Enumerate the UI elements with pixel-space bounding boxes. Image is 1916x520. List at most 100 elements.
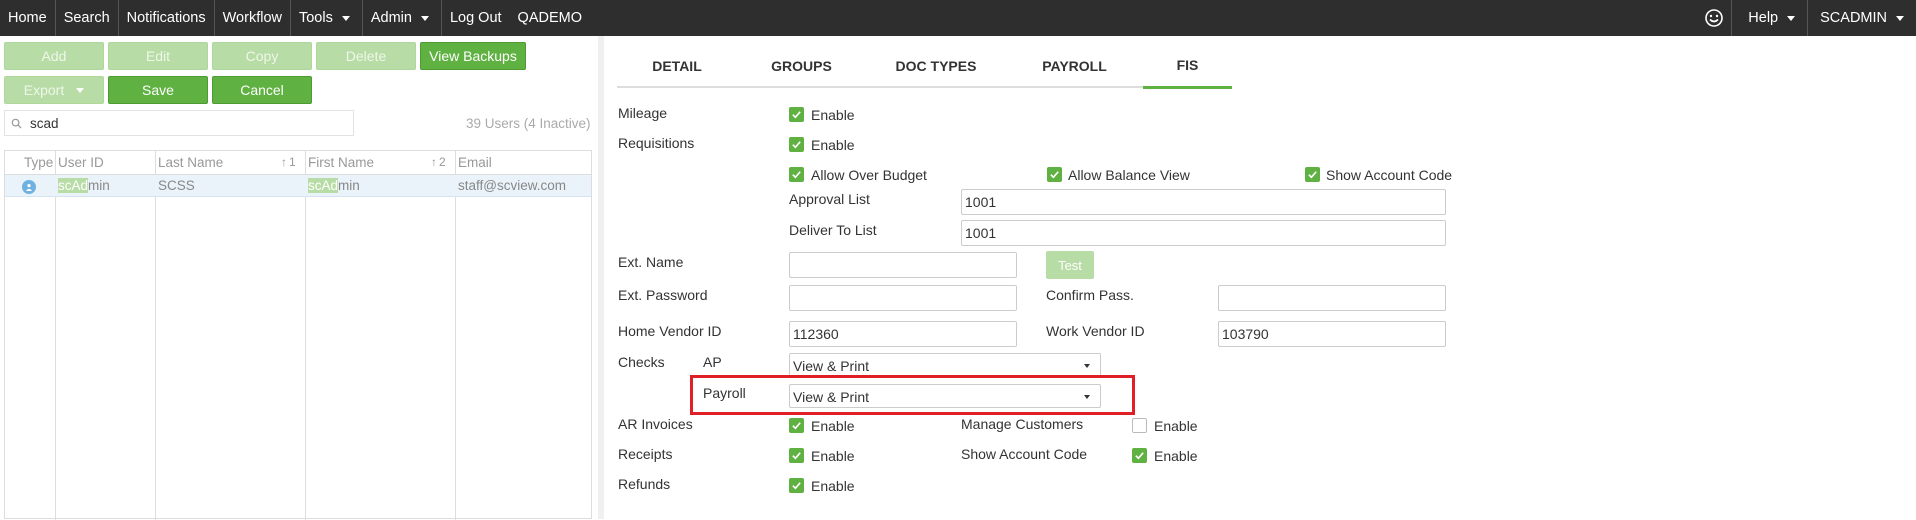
allow-balance-view-label: Allow Balance View xyxy=(1068,167,1190,183)
nav-tools-label: Tools xyxy=(298,10,333,26)
ext-password-input[interactable] xyxy=(789,285,1017,311)
cell-first-name: scAdmin xyxy=(308,178,360,193)
home-vendor-id-input[interactable] xyxy=(789,321,1017,347)
export-button[interactable]: Export xyxy=(4,76,104,104)
ar-invoices-checkbox[interactable] xyxy=(789,418,804,433)
nav-workflow[interactable]: Workflow xyxy=(215,0,291,36)
nav-admin[interactable]: Admin xyxy=(363,0,442,36)
header-first-name[interactable]: First Name xyxy=(308,155,374,170)
cancel-button[interactable]: Cancel xyxy=(212,76,312,104)
search-input[interactable] xyxy=(28,114,328,132)
nav-user-label: SCADMIN xyxy=(1820,10,1887,26)
checkmark-icon xyxy=(792,422,801,430)
header-type[interactable]: Type xyxy=(24,155,53,170)
nav-home[interactable]: Home xyxy=(0,0,56,36)
payroll-label: Payroll xyxy=(703,385,746,401)
manage-customers-enable-label: Enable xyxy=(1154,418,1198,434)
allow-balance-view-checkbox[interactable] xyxy=(1047,167,1062,182)
test-button[interactable]: Test xyxy=(1046,251,1094,279)
header-email[interactable]: Email xyxy=(458,155,492,170)
confirm-pass-input[interactable] xyxy=(1218,285,1446,311)
export-label: Export xyxy=(23,82,65,98)
copy-button[interactable]: Copy xyxy=(212,42,312,70)
top-nav: Home Search Notifications Workflow Tools… xyxy=(0,0,1916,36)
ap-select[interactable]: View & Print xyxy=(789,353,1101,377)
confirm-pass-label: Confirm Pass. xyxy=(1046,287,1134,303)
nav-search[interactable]: Search xyxy=(56,0,119,36)
nav-admin-label: Admin xyxy=(370,10,412,26)
receipts-checkbox[interactable] xyxy=(789,448,804,463)
approval-list-input[interactable] xyxy=(961,189,1446,215)
cell-first-name-rest: min xyxy=(338,178,360,193)
feedback-smiley-icon[interactable] xyxy=(1696,0,1733,36)
delete-button[interactable]: Delete xyxy=(316,42,416,70)
pane-divider[interactable] xyxy=(598,36,604,519)
mileage-enable-label: Enable xyxy=(811,107,855,123)
requisitions-checkbox[interactable] xyxy=(789,137,804,152)
users-table: Type User ID Last Name ↑ 1 First Name ↑ … xyxy=(4,150,592,520)
checkmark-icon xyxy=(792,141,801,149)
nav-tools[interactable]: Tools xyxy=(291,0,363,36)
ext-name-input[interactable] xyxy=(789,252,1017,278)
chevron-down-icon xyxy=(1787,15,1796,21)
chevron-down-icon xyxy=(341,15,350,21)
checks-label: Checks xyxy=(618,354,665,370)
tab-payroll[interactable]: PAYROLL xyxy=(1006,44,1143,88)
refunds-checkbox[interactable] xyxy=(789,478,804,493)
manage-customers-checkbox[interactable] xyxy=(1132,418,1147,433)
col-lastname-divider xyxy=(156,151,306,520)
nav-help-label: Help xyxy=(1748,10,1779,26)
chevron-down-icon xyxy=(420,15,429,21)
sort-order: 1 xyxy=(289,155,296,169)
chevron-down-icon xyxy=(1896,15,1904,21)
chevron-down-icon xyxy=(76,87,85,93)
refunds-label: Refunds xyxy=(618,476,671,492)
user-type-icon xyxy=(22,180,36,194)
nav-logout[interactable]: Log Out xyxy=(442,0,510,36)
mileage-label: Mileage xyxy=(618,105,668,121)
table-header: Type User ID Last Name ↑ 1 First Name ↑ … xyxy=(5,151,591,175)
receipts-label: Receipts xyxy=(618,446,673,462)
show-account-code-2-checkbox[interactable] xyxy=(1132,448,1147,463)
header-user-id[interactable]: User ID xyxy=(58,155,104,170)
ap-select-value: View & Print xyxy=(793,358,869,374)
tab-fis[interactable]: FIS xyxy=(1143,44,1232,89)
user-list-pane: Add Edit Copy Delete View Backups Export… xyxy=(0,36,598,520)
nav-notifications[interactable]: Notifications xyxy=(119,0,215,36)
cell-user-id-rest: min xyxy=(88,178,110,193)
receipts-enable-label: Enable xyxy=(811,448,855,464)
deliver-to-list-input[interactable] xyxy=(961,220,1446,246)
tab-groups[interactable]: GROUPS xyxy=(737,44,866,88)
show-account-code-label: Show Account Code xyxy=(1326,167,1453,183)
ap-label: AP xyxy=(703,354,722,370)
requisitions-enable-label: Enable xyxy=(811,137,855,153)
checkmark-icon xyxy=(792,482,801,490)
approval-list-label: Approval List xyxy=(789,191,870,207)
manage-customers-label: Manage Customers xyxy=(961,416,1084,432)
ar-invoices-label: AR Invoices xyxy=(618,416,693,432)
sort-asc-icon: ↑ xyxy=(281,155,287,169)
search-icon xyxy=(11,118,22,129)
checkmark-icon xyxy=(1308,171,1317,179)
edit-button[interactable]: Edit xyxy=(108,42,208,70)
add-button[interactable]: Add xyxy=(4,42,104,70)
sort-asc-icon: ↑ xyxy=(431,155,437,169)
tab-detail[interactable]: DETAIL xyxy=(617,44,737,88)
view-backups-button[interactable]: View Backups xyxy=(420,42,526,70)
mileage-checkbox[interactable] xyxy=(789,107,804,122)
allow-over-budget-checkbox[interactable] xyxy=(789,167,804,182)
checkmark-icon xyxy=(1135,452,1144,460)
table-row[interactable]: scAdmin SCSS scAdmin staff@scview.com xyxy=(5,175,591,197)
users-count: 39 Users (4 Inactive) xyxy=(466,116,591,131)
nav-user[interactable]: SCADMIN xyxy=(1808,0,1916,36)
nav-help[interactable]: Help xyxy=(1732,0,1809,36)
save-button[interactable]: Save xyxy=(108,76,208,104)
show-account-code-checkbox[interactable] xyxy=(1305,167,1320,182)
col-type-divider xyxy=(5,151,56,520)
payroll-select[interactable]: View & Print xyxy=(789,384,1101,408)
tab-doc-types[interactable]: DOC TYPES xyxy=(866,44,1006,88)
header-last-name[interactable]: Last Name xyxy=(158,155,223,170)
checkmark-icon xyxy=(792,111,801,119)
work-vendor-id-input[interactable] xyxy=(1218,321,1446,347)
cell-user-id: scAdmin xyxy=(58,178,110,193)
